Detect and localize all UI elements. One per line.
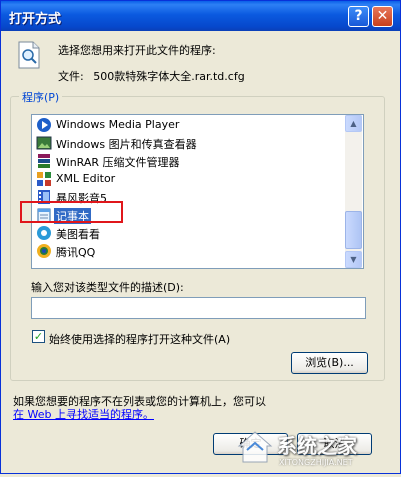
media-player-icon [37,118,51,132]
list-item-winrar[interactable]: WinRAR 压缩文件管理器 [34,152,344,170]
winrar-icon [38,154,50,168]
help-button[interactable]: ? [348,6,369,27]
list-item-xml-editor[interactable]: XML Editor [34,170,344,188]
meitu-icon [37,226,51,240]
file-info: 文件: 500款特殊字体大全.rar.td.cfg [58,68,245,84]
photo-viewer-icon [36,136,52,150]
scroll-thumb[interactable] [345,211,362,249]
scroll-up-button[interactable]: ▲ [345,115,362,132]
list-item-label: 腾讯QQ [56,246,96,259]
ok-button[interactable]: 确定 [213,433,288,455]
choose-program-prompt: 选择您想用来打开此文件的程序: [58,44,216,57]
list-item-label: Windows Media Player [56,118,180,131]
list-item-meitu[interactable]: 美图看看 [34,224,344,242]
program-list[interactable]: Windows Media Player Windows 图片和传真查看器 Wi… [31,114,364,269]
highlight-box [20,201,123,223]
file-search-icon [18,41,40,69]
close-button[interactable]: ✕ [372,6,393,27]
file-label: 文件: [58,70,84,83]
list-item-label: XML Editor [56,172,116,185]
always-use-label[interactable]: 始终使用选择的程序打开这种文件(A) [49,331,230,347]
programs-legend: 程序(P) [19,89,63,105]
description-field[interactable] [31,297,366,319]
cancel-button[interactable]: 取消 [297,433,372,455]
qq-icon [37,244,51,258]
list-scrollbar[interactable]: ▲ ▼ [345,115,362,268]
list-item-qq[interactable]: 腾讯QQ [34,242,344,260]
list-item-media-player[interactable]: Windows Media Player [34,116,344,134]
list-item-label: WinRAR 压缩文件管理器 [56,156,180,169]
description-label: 输入您对该类型文件的描述(D): [31,281,184,294]
xml-editor-icon [37,172,51,186]
list-item-label: Windows 图片和传真查看器 [56,138,197,151]
window-title: 打开方式 [9,12,62,27]
always-use-checkbox[interactable]: ✓ [32,330,45,343]
watermark-subtext: XITONGZHIJIA.NET [279,458,353,467]
open-with-dialog: 打开方式 ? ✕ 选择您想用来打开此文件的程序: 文件: 500款特殊字体大全.… [0,0,401,474]
title-bar[interactable]: 打开方式 ? ✕ [1,1,400,31]
scroll-down-button[interactable]: ▼ [345,251,362,268]
browse-button[interactable]: 浏览(B)... [291,352,368,374]
list-item-photo-viewer[interactable]: Windows 图片和传真查看器 [34,134,344,152]
web-search-link[interactable]: 在 Web 上寻找适当的程序。 [13,406,154,422]
list-item-label: 美图看看 [56,228,100,241]
file-name: 500款特殊字体大全.rar.td.cfg [93,70,245,83]
